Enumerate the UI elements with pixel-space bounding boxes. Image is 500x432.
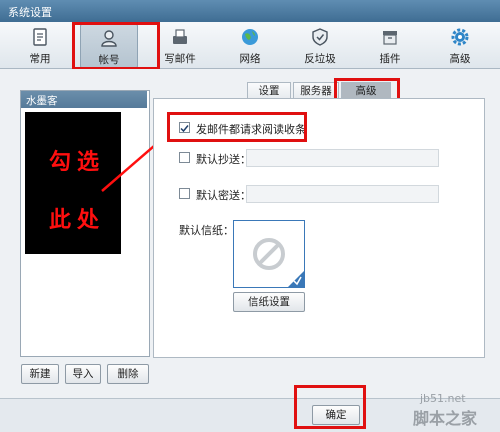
toolbar-label-compose: 写邮件 <box>164 53 196 65</box>
toolbar-item-network[interactable]: 网络 <box>222 24 278 66</box>
import-button[interactable]: 导入 <box>65 364 101 384</box>
compose-icon <box>173 29 187 44</box>
plugin-icon <box>383 31 397 45</box>
tab-server[interactable]: 服务器 <box>293 82 339 99</box>
account-list-item[interactable]: 水墨客 <box>21 91 147 108</box>
toolbar-item-plugins[interactable]: 插件 <box>362 24 418 66</box>
toolbar-label-plugins: 插件 <box>379 53 401 65</box>
stationery-preview[interactable] <box>233 220 305 288</box>
toolbar-label-advanced: 高级 <box>449 53 471 65</box>
tab-settings[interactable]: 设置 <box>247 82 291 99</box>
bcc-checkbox[interactable] <box>179 188 190 199</box>
shield-icon <box>312 28 328 46</box>
toolbar-item-compose[interactable]: 写邮件 <box>152 24 208 66</box>
account-name: 水墨客 <box>26 95 58 107</box>
toolbar-label-antispam: 反垃圾 <box>304 53 336 65</box>
delete-button[interactable]: 删除 <box>107 364 149 384</box>
highlight-account-tab <box>72 22 160 70</box>
highlight-ok-button <box>294 385 366 429</box>
cc-checkbox[interactable] <box>179 152 190 163</box>
watermark-site: jb51.net <box>420 392 466 405</box>
toolbar-item-general[interactable]: 常用 <box>12 24 68 66</box>
highlight-read-receipt <box>167 112 307 142</box>
title-bar: 系统设置 <box>0 0 500 22</box>
cc-label: 默认抄送： <box>196 153 251 166</box>
annotation-text-2: 此处 <box>49 207 106 233</box>
new-account-button[interactable]: 新建 <box>21 364 59 384</box>
document-icon <box>33 28 47 46</box>
watermark-name: 脚本之家 <box>413 409 478 428</box>
toolbar-item-antispam[interactable]: 反垃圾 <box>292 24 348 66</box>
toolbar-label-network: 网络 <box>239 53 261 65</box>
bcc-label: 默认密送： <box>196 189 251 202</box>
cc-field[interactable] <box>246 149 439 167</box>
no-stationery-icon <box>253 238 304 287</box>
toolbar-label-general: 常用 <box>29 53 51 65</box>
stationery-label: 默认信纸： <box>179 224 234 237</box>
annotation-text-1: 勾选 <box>49 149 106 175</box>
globe-icon <box>242 29 258 45</box>
gear-icon <box>451 28 469 46</box>
bcc-field[interactable] <box>246 185 439 203</box>
toolbar-item-advanced[interactable]: 高级 <box>432 24 488 66</box>
stationery-settings-button[interactable]: 信纸设置 <box>233 292 305 312</box>
window-title: 系统设置 <box>8 6 52 19</box>
